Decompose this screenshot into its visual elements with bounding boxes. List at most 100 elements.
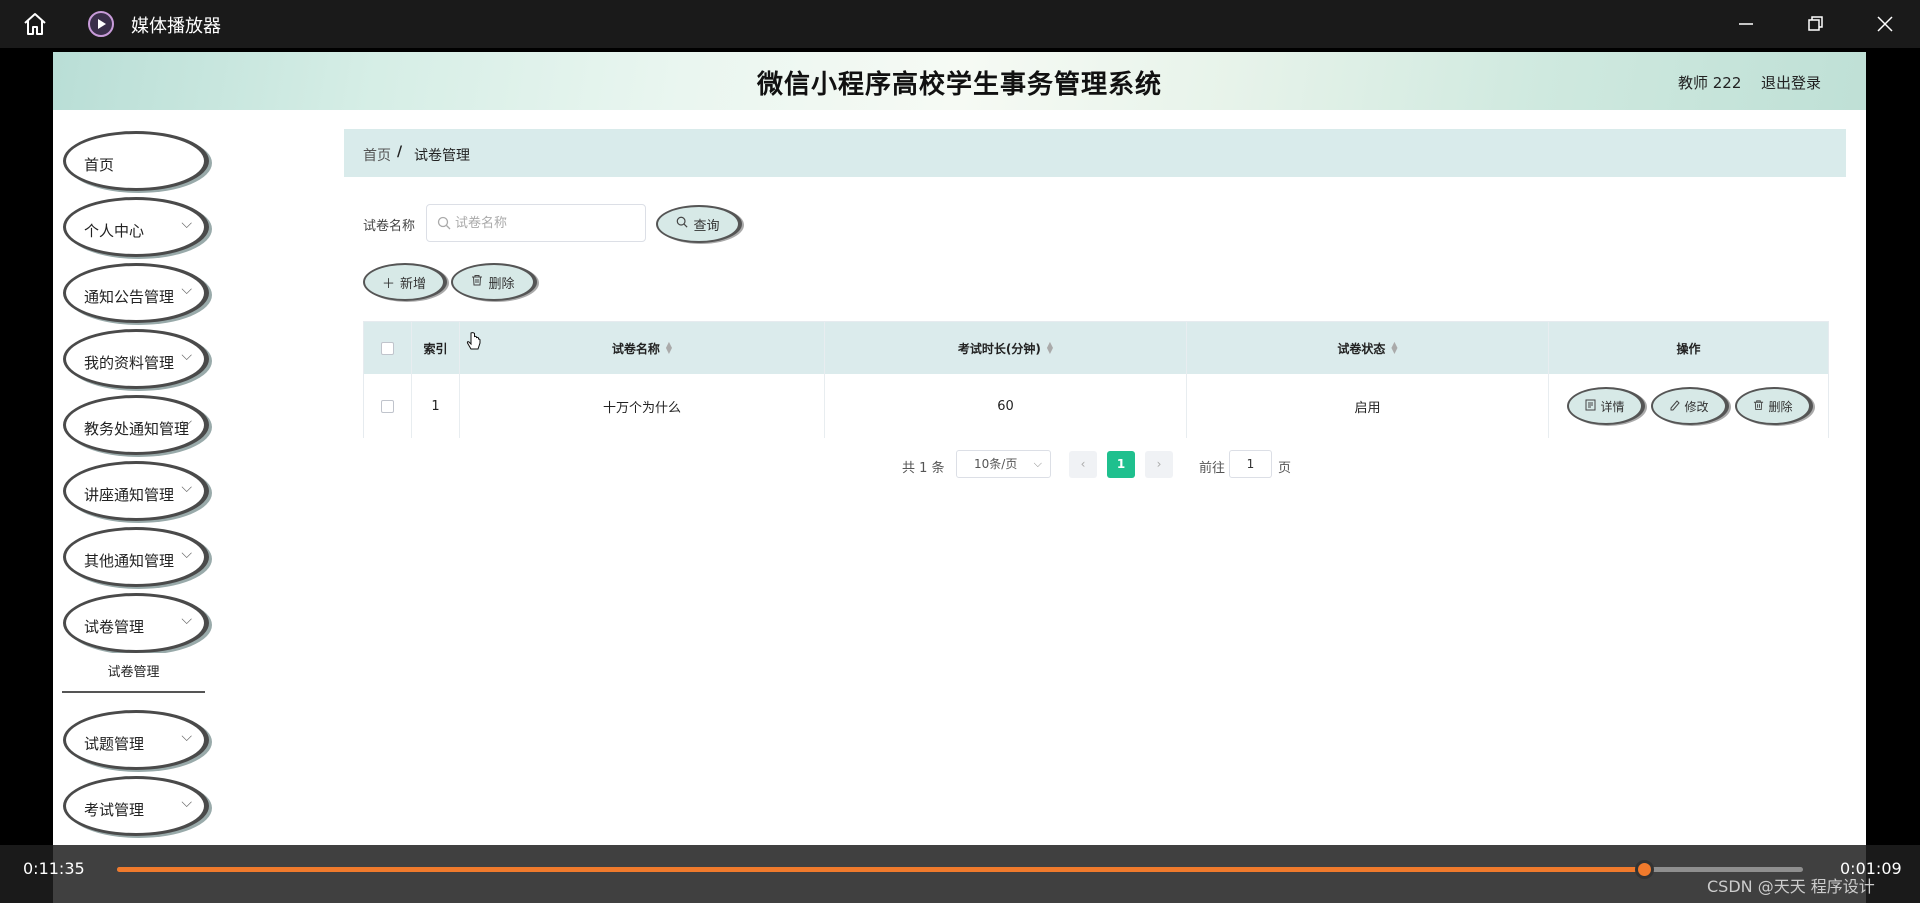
page-number-button[interactable]: 1	[1107, 451, 1135, 478]
document-icon	[1585, 399, 1596, 414]
trash-icon	[1753, 399, 1764, 414]
chevron-down-icon: ⌵	[181, 546, 192, 562]
table-row: 1 十万个为什么 60 启用 详情 修改 删除	[364, 374, 1828, 438]
exam-paper-table: 索引 试卷名称 ▲ ▼ 考试时长(分钟) ▲ ▼ 试卷状态 ▲ ▼ 操作 1 十万个为什么 …	[363, 321, 1829, 438]
chevron-left-icon: ‹	[1080, 457, 1086, 471]
current-user: 教师 222	[1678, 74, 1742, 92]
seek-bar-thumb[interactable]	[1634, 860, 1654, 879]
edit-icon	[1669, 399, 1681, 414]
watermark-text: CSDN @天天 程序设计	[1707, 877, 1875, 896]
breadcrumb-current: 试卷管理	[414, 148, 470, 164]
select-all-checkbox[interactable]	[381, 341, 394, 355]
close-icon[interactable]	[1873, 12, 1897, 36]
sidebar-subitem-exam-paper[interactable]: 试卷管理	[62, 653, 205, 693]
column-header-index: 索引	[412, 322, 460, 374]
sidebar-item-exam-management[interactable]: 考试管理 ⌵	[63, 776, 209, 836]
breadcrumb-home[interactable]: 首页	[363, 145, 391, 165]
sidebar-item-personal-center[interactable]: 个人中心 ⌵	[63, 197, 209, 257]
search-input[interactable]	[455, 213, 635, 233]
next-page-button[interactable]: ›	[1145, 451, 1173, 478]
sidebar-item-lecture-notice[interactable]: 讲座通知管理 ⌵	[63, 461, 209, 521]
search-icon	[676, 216, 689, 232]
restore-window-icon[interactable]	[1803, 12, 1827, 36]
breadcrumb-separator: /	[397, 144, 403, 160]
search-label: 试卷名称	[363, 219, 416, 234]
site-title: 微信小程序高校学生事务管理系统	[756, 70, 1162, 100]
breadcrumb: 首页 / 试卷管理	[344, 129, 1846, 177]
goto-label: 前往	[1199, 461, 1226, 476]
trash-icon	[471, 274, 483, 290]
batch-delete-button-label: 删除	[488, 276, 515, 292]
media-player-logo-icon	[88, 11, 114, 37]
edit-button[interactable]: 修改	[1651, 387, 1729, 425]
sidebar-item-other-notice[interactable]: 其他通知管理 ⌵	[63, 527, 209, 587]
batch-delete-button[interactable]: 删除	[451, 263, 537, 301]
chevron-down-icon: ⌵	[181, 795, 192, 811]
sort-icon[interactable]: ▲ ▼	[1391, 341, 1397, 355]
query-button-label: 查询	[693, 218, 720, 234]
chevron-down-icon: ⌵	[1033, 457, 1042, 470]
chevron-down-icon: ⌵	[181, 414, 192, 430]
app-title: 媒体播放器	[131, 16, 221, 37]
add-button[interactable]: ＋ 新增	[363, 263, 447, 301]
home-icon[interactable]	[22, 12, 48, 36]
cell-index: 1	[412, 374, 460, 438]
sidebar-item-label: 试题管理	[84, 735, 145, 753]
sidebar-item-home[interactable]: 首页	[63, 131, 209, 191]
add-button-label: 新增	[400, 276, 427, 292]
pagination-total: 共 1 条	[902, 461, 945, 476]
chevron-right-icon: ›	[1156, 457, 1162, 471]
media-player-titlebar: 媒体播放器	[0, 0, 1920, 48]
logout-link[interactable]: 退出登录	[1761, 72, 1821, 93]
plus-icon: ＋	[381, 276, 395, 292]
search-icon	[437, 215, 451, 234]
page-size-select[interactable]: 10条/页 ⌵	[956, 450, 1051, 478]
goto-page-input[interactable]: 1	[1229, 450, 1272, 478]
sidebar-item-question-management[interactable]: 试题管理 ⌵	[63, 710, 209, 770]
chevron-down-icon: ⌵	[181, 348, 192, 364]
seek-bar[interactable]	[117, 860, 1803, 879]
sidebar-item-academic-affairs-notice[interactable]: 教务处通知管理 ⌵	[63, 395, 209, 455]
elapsed-time: 0:11:35	[23, 859, 85, 878]
edit-button-label: 修改	[1684, 399, 1709, 414]
column-header-label: 考试时长(分钟)	[957, 341, 1041, 356]
sidebar-item-label: 首页	[84, 156, 115, 174]
prev-page-button[interactable]: ‹	[1069, 451, 1097, 478]
player-controls: 0:11:35 0:01:09 CSDN @天天 程序设计	[0, 845, 1920, 903]
cell-duration: 60	[825, 374, 1187, 438]
cell-paper-name: 十万个为什么	[460, 374, 825, 438]
sidebar-item-notice-management[interactable]: 通知公告管理 ⌵	[63, 263, 209, 323]
chevron-down-icon: ⌵	[181, 216, 192, 232]
web-page: 微信小程序高校学生事务管理系统 教师 222 退出登录 首页 个人中心 ⌵ 通知…	[53, 52, 1866, 903]
chevron-down-icon: ⌵	[181, 282, 192, 298]
hand-cursor-icon	[466, 332, 482, 358]
delete-button-label: 删除	[1768, 399, 1793, 414]
cell-status: 启用	[1187, 374, 1549, 438]
seek-bar-progress	[117, 867, 1645, 872]
page-unit-label: 页	[1278, 461, 1292, 476]
site-header: 微信小程序高校学生事务管理系统 教师 222 退出登录	[53, 52, 1866, 110]
search-box[interactable]	[426, 204, 646, 242]
sidebar-item-label: 考试管理	[84, 801, 145, 819]
column-header-duration[interactable]: 考试时长(分钟) ▲ ▼	[825, 322, 1187, 374]
chevron-down-icon: ⌵	[181, 480, 192, 496]
sidebar-item-label: 试卷管理	[84, 618, 145, 636]
sidebar-item-exam-paper-management[interactable]: 试卷管理 ⌵	[63, 593, 209, 653]
sort-icon[interactable]: ▲ ▼	[1047, 341, 1053, 355]
column-header-label: 试卷名称	[611, 341, 660, 356]
page-size-value: 10条/页	[974, 457, 1018, 471]
minimize-icon[interactable]	[1734, 12, 1758, 36]
detail-button[interactable]: 详情	[1567, 387, 1645, 425]
sidebar-item-my-profile-management[interactable]: 我的资料管理 ⌵	[63, 329, 209, 389]
table-header: 索引 试卷名称 ▲ ▼ 考试时长(分钟) ▲ ▼ 试卷状态 ▲ ▼ 操作	[364, 322, 1828, 374]
column-header-paper-name[interactable]: 试卷名称 ▲ ▼	[460, 322, 825, 374]
query-button[interactable]: 查询	[656, 205, 742, 243]
row-checkbox[interactable]	[381, 399, 394, 413]
header-checkbox-cell	[364, 322, 412, 374]
sidebar-item-label: 教务处通知管理	[84, 420, 190, 438]
sort-icon[interactable]: ▲ ▼	[666, 341, 672, 355]
sidebar-item-label: 通知公告管理	[84, 288, 175, 306]
delete-button[interactable]: 删除	[1735, 387, 1813, 425]
sidebar-item-label: 其他通知管理	[84, 552, 175, 570]
column-header-status[interactable]: 试卷状态 ▲ ▼	[1187, 322, 1549, 374]
